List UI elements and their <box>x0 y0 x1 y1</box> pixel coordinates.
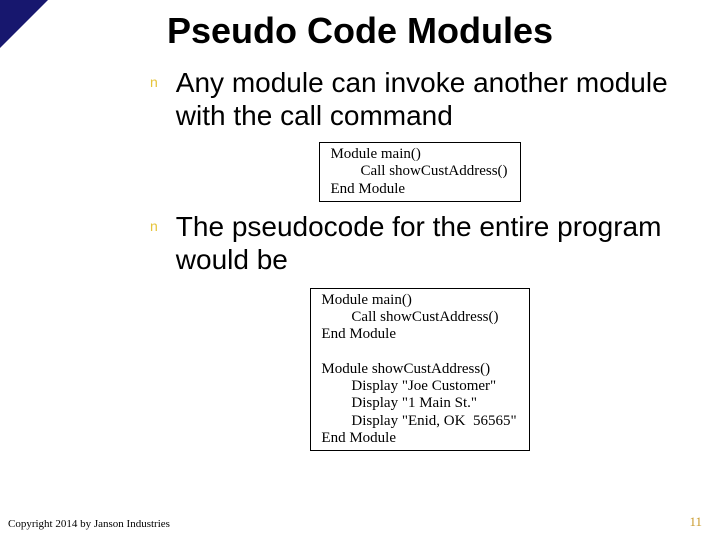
bullet-item: n Any module can invoke another module w… <box>150 66 690 132</box>
corner-accent <box>0 0 48 48</box>
bullet-item: n The pseudocode for the entire program … <box>150 210 690 276</box>
code-box-wrapper: Module main() Call showCustAddress() End… <box>150 142 690 202</box>
copyright-text: Copyright 2014 by Janson Industries <box>8 518 170 530</box>
footer: Copyright 2014 by Janson Industries 11 <box>0 514 720 530</box>
bullet-icon: n <box>150 74 158 90</box>
bullet-icon: n <box>150 218 158 234</box>
page-title: Pseudo Code Modules <box>0 0 720 58</box>
code-box-1: Module main() Call showCustAddress() End… <box>319 142 520 202</box>
code-box-wrapper: Module main() Call showCustAddress() End… <box>150 288 690 451</box>
slide-body: n Any module can invoke another module w… <box>0 66 720 451</box>
slide-number: 11 <box>689 514 702 530</box>
bullet-text: The pseudocode for the entire program wo… <box>176 210 690 276</box>
code-box-2: Module main() Call showCustAddress() End… <box>310 288 529 451</box>
bullet-text: Any module can invoke another module wit… <box>176 66 690 132</box>
